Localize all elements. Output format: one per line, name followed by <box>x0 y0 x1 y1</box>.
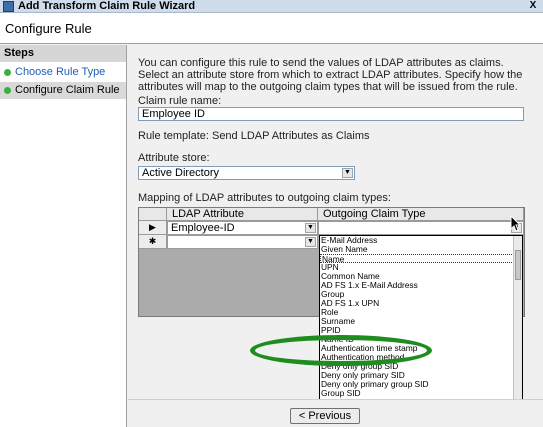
step-configure-claim-rule[interactable]: Configure Claim Rule <box>0 82 126 99</box>
dropdown-option[interactable]: AD FS 1.x E-Mail Address <box>320 281 522 290</box>
attribute-store-value: Active Directory <box>142 167 220 179</box>
chevron-down-icon[interactable]: ▼ <box>342 168 353 178</box>
dropdown-option[interactable]: AD FS 1.x UPN <box>320 299 522 308</box>
intro-text: You can configure this rule to send the … <box>138 57 523 93</box>
step-label: Configure Claim Rule <box>15 84 120 96</box>
dropdown-scrollbar[interactable] <box>513 236 522 426</box>
wizard-footer: < Previous <box>128 399 543 427</box>
steps-heading: Steps <box>0 45 126 62</box>
scrollbar-thumb[interactable] <box>515 250 521 280</box>
attribute-store-label: Attribute store: <box>138 152 210 164</box>
page-title: Configure Rule <box>5 21 92 36</box>
main-panel: You can configure this rule to send the … <box>128 45 543 427</box>
column-header-outgoing-claim-type[interactable]: Outgoing Claim Type <box>318 208 524 221</box>
step-status-icon <box>4 69 11 76</box>
app-icon <box>3 1 14 12</box>
claim-rule-name-input[interactable]: Employee ID <box>138 107 524 121</box>
grid-corner <box>139 208 167 221</box>
rule-template-text: Rule template: Send LDAP Attributes as C… <box>138 130 370 142</box>
attribute-store-select[interactable]: Active Directory ▼ <box>138 166 355 180</box>
close-button[interactable]: X <box>527 0 539 12</box>
steps-sidebar: Steps Choose Rule Type Configure Claim R… <box>0 45 127 427</box>
wizard-header: Configure Rule <box>0 13 543 44</box>
mapping-label: Mapping of LDAP attributes to outgoing c… <box>138 192 391 204</box>
row-selector-new[interactable]: ✱ <box>139 235 167 249</box>
dropdown-option[interactable]: Name <box>320 254 522 264</box>
row-selector-current[interactable]: ▶ <box>139 221 167 235</box>
ldap-attribute-select-new[interactable]: ▼ <box>167 235 318 249</box>
claim-rule-name-label: Claim rule name: <box>138 95 222 107</box>
dropdown-option[interactable]: Surname <box>320 317 522 326</box>
column-header-ldap-attribute[interactable]: LDAP Attribute <box>167 208 318 221</box>
chevron-down-icon[interactable]: ▼ <box>305 223 316 233</box>
ldap-attribute-value: Employee-ID <box>171 222 235 234</box>
highlight-annotation <box>250 335 432 366</box>
outgoing-claim-type-select[interactable]: ▼ <box>318 221 524 235</box>
chevron-down-icon[interactable]: ▼ <box>305 237 316 247</box>
window-title: Add Transform Claim Rule Wizard <box>18 0 196 12</box>
step-label: Choose Rule Type <box>15 66 106 78</box>
dropdown-options: E-Mail Address Given Name Name UPN Common Na… <box>320 236 522 425</box>
title-bar: Add Transform Claim Rule Wizard X <box>0 0 543 13</box>
previous-button[interactable]: < Previous <box>290 408 360 424</box>
step-choose-rule-type[interactable]: Choose Rule Type <box>0 64 126 81</box>
ldap-attribute-select[interactable]: Employee-ID ▼ <box>167 221 318 235</box>
step-status-icon <box>4 87 11 94</box>
mouse-cursor-icon <box>510 215 522 232</box>
dropdown-option[interactable]: Given Name <box>320 245 522 254</box>
